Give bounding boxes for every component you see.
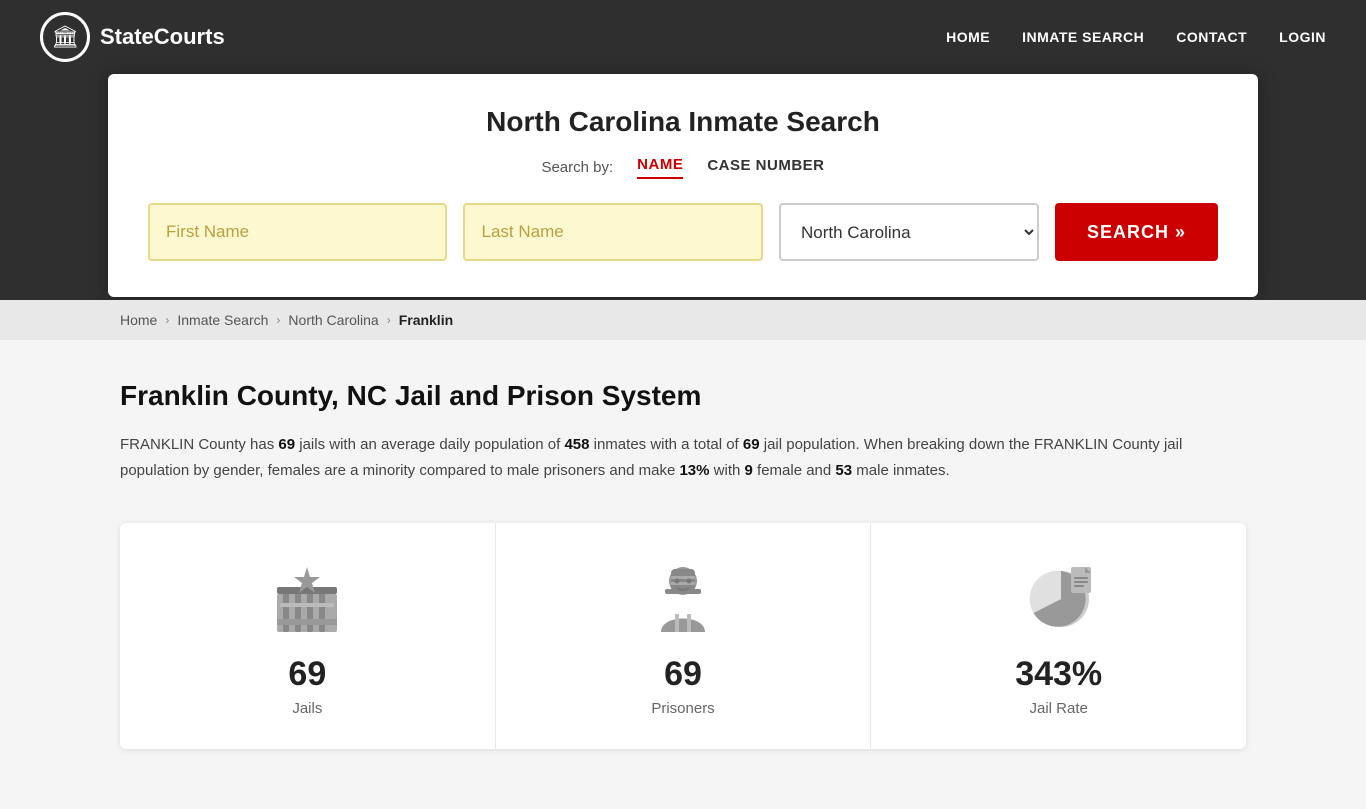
breadcrumb-sep-1: › (165, 313, 169, 327)
search-by-label: Search by: (541, 159, 613, 176)
search-tabs: Search by: NAME CASE NUMBER (148, 156, 1218, 179)
county-description: FRANKLIN County has 69 jails with an ave… (120, 432, 1220, 483)
prisoner-icon (643, 559, 723, 639)
male-count: 53 (835, 462, 852, 479)
nav-home[interactable]: HOME (946, 29, 990, 45)
breadcrumb-current: Franklin (399, 312, 453, 328)
logo-name: StateCourts (100, 24, 225, 50)
avg-population: 458 (564, 436, 589, 453)
search-card-title: North Carolina Inmate Search (148, 106, 1218, 138)
desc-text-6: female and (753, 462, 836, 479)
prisoners-stat-number: 69 (664, 655, 702, 694)
desc-text-2: jails with an average daily population o… (295, 436, 564, 453)
state-select[interactable]: North Carolina Alabama Alaska Arizona Ca… (779, 203, 1039, 261)
breadcrumb-inmate-search[interactable]: Inmate Search (177, 312, 268, 328)
topnav: 🏛 StateCourts HOME INMATE SEARCH CONTACT… (0, 0, 1366, 74)
logo[interactable]: 🏛 StateCourts (40, 12, 225, 62)
chart-icon (1019, 559, 1099, 639)
first-name-input[interactable] (148, 203, 447, 261)
stat-card-jail-rate: 343% Jail Rate (871, 523, 1246, 749)
nav-inmate-search[interactable]: INMATE SEARCH (1022, 29, 1144, 45)
breadcrumb-north-carolina[interactable]: North Carolina (288, 312, 378, 328)
desc-text-1: FRANKLIN County has (120, 436, 278, 453)
search-fields: North Carolina Alabama Alaska Arizona Ca… (148, 203, 1218, 261)
female-pct: 13% (679, 462, 709, 479)
breadcrumb: Home › Inmate Search › North Carolina › … (0, 300, 1366, 340)
header: COURTHOUSE 🏛 StateCourts HOME INMATE SEA… (0, 0, 1366, 300)
jails-stat-number: 69 (288, 655, 326, 694)
county-title: Franklin County, NC Jail and Prison Syst… (120, 380, 1246, 412)
total-jail-pop: 69 (743, 436, 760, 453)
main-content: Franklin County, NC Jail and Prison Syst… (0, 340, 1366, 809)
tab-case-number[interactable]: CASE NUMBER (707, 157, 824, 178)
jail-rate-stat-number: 343% (1015, 655, 1102, 694)
tab-name[interactable]: NAME (637, 156, 683, 179)
jail-rate-stat-label: Jail Rate (1030, 700, 1088, 717)
desc-text-5: with (710, 462, 745, 479)
nav-links: HOME INMATE SEARCH CONTACT LOGIN (946, 29, 1326, 45)
stat-card-jails: 69 Jails (120, 523, 496, 749)
desc-text-3: inmates with a total of (589, 436, 742, 453)
last-name-input[interactable] (463, 203, 762, 261)
prisoners-stat-label: Prisoners (651, 700, 714, 717)
jails-stat-label: Jails (292, 700, 322, 717)
search-card: North Carolina Inmate Search Search by: … (108, 74, 1258, 297)
search-button[interactable]: SEARCH » (1055, 203, 1218, 261)
breadcrumb-sep-3: › (387, 313, 391, 327)
desc-text-7: male inmates. (852, 462, 950, 479)
jail-icon (267, 559, 347, 639)
logo-icon: 🏛 (40, 12, 90, 62)
nav-login[interactable]: LOGIN (1279, 29, 1326, 45)
stats-row: 69 Jails (120, 523, 1246, 749)
jails-count: 69 (278, 436, 295, 453)
female-count: 9 (745, 462, 753, 479)
nav-contact[interactable]: CONTACT (1176, 29, 1247, 45)
stat-card-prisoners: 69 Prisoners (496, 523, 872, 749)
breadcrumb-home[interactable]: Home (120, 312, 157, 328)
breadcrumb-sep-2: › (276, 313, 280, 327)
